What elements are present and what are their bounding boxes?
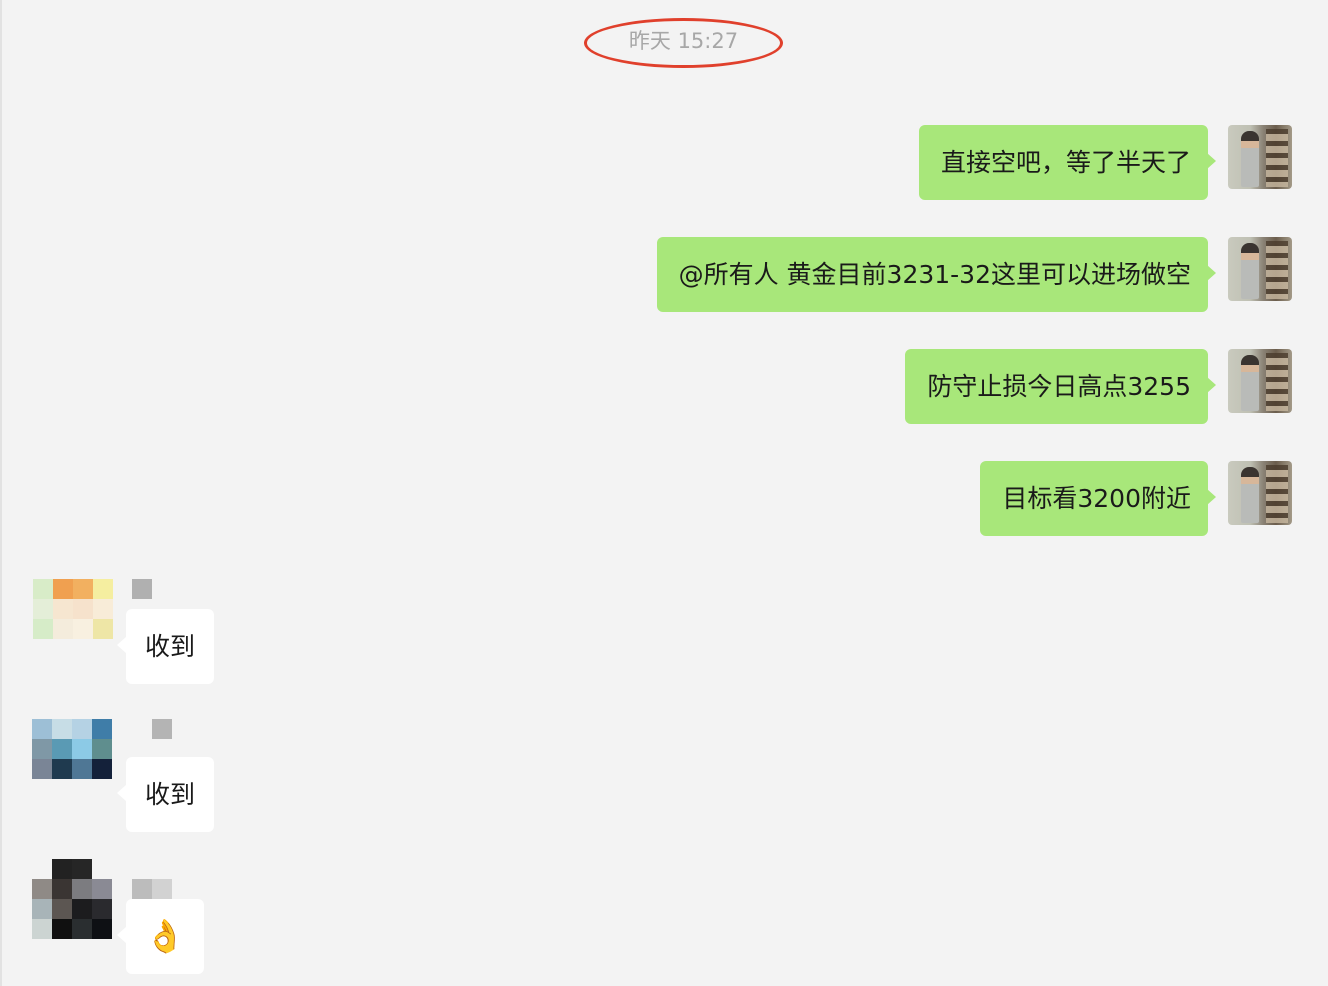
- outgoing-message[interactable]: @所有人 黄金目前3231-32这里可以进场做空: [656, 237, 1217, 312]
- avatar-photo-person: [1241, 467, 1259, 523]
- avatar-photo-detail: [1266, 241, 1288, 299]
- self-avatar-icon[interactable]: [1228, 237, 1292, 301]
- timestamp-highlight: 昨天 15:27: [584, 18, 783, 68]
- outgoing-message[interactable]: 防守止损今日高点3255: [905, 349, 1216, 424]
- outgoing-message[interactable]: 目标看3200附近: [980, 461, 1216, 536]
- member-name-pixelated: [152, 719, 172, 739]
- avatar-photo-detail: [1266, 353, 1288, 411]
- outgoing-message[interactable]: 直接空吧，等了半天了: [918, 125, 1217, 200]
- message-timestamp: 昨天 15:27: [628, 29, 739, 53]
- member-name-pixelated: [132, 879, 172, 899]
- member-name-pixelated: [132, 579, 152, 599]
- incoming-message-emoji[interactable]: 👌: [117, 899, 204, 974]
- avatar-photo-detail: [1266, 465, 1288, 523]
- avatar-photo-person: [1241, 131, 1259, 187]
- member-avatar-icon[interactable]: [32, 859, 112, 939]
- avatar-photo-detail: [1266, 129, 1288, 187]
- incoming-message[interactable]: 收到: [116, 609, 215, 684]
- self-avatar-icon[interactable]: [1228, 349, 1292, 413]
- window-edge: [0, 0, 2, 986]
- self-avatar-icon[interactable]: [1228, 461, 1292, 525]
- member-avatar-icon[interactable]: [33, 579, 113, 639]
- avatar-photo-person: [1241, 243, 1259, 299]
- avatar-photo-person: [1241, 355, 1259, 411]
- self-avatar-icon[interactable]: [1228, 125, 1292, 189]
- member-avatar-icon[interactable]: [32, 719, 112, 779]
- incoming-message[interactable]: 收到: [116, 757, 215, 832]
